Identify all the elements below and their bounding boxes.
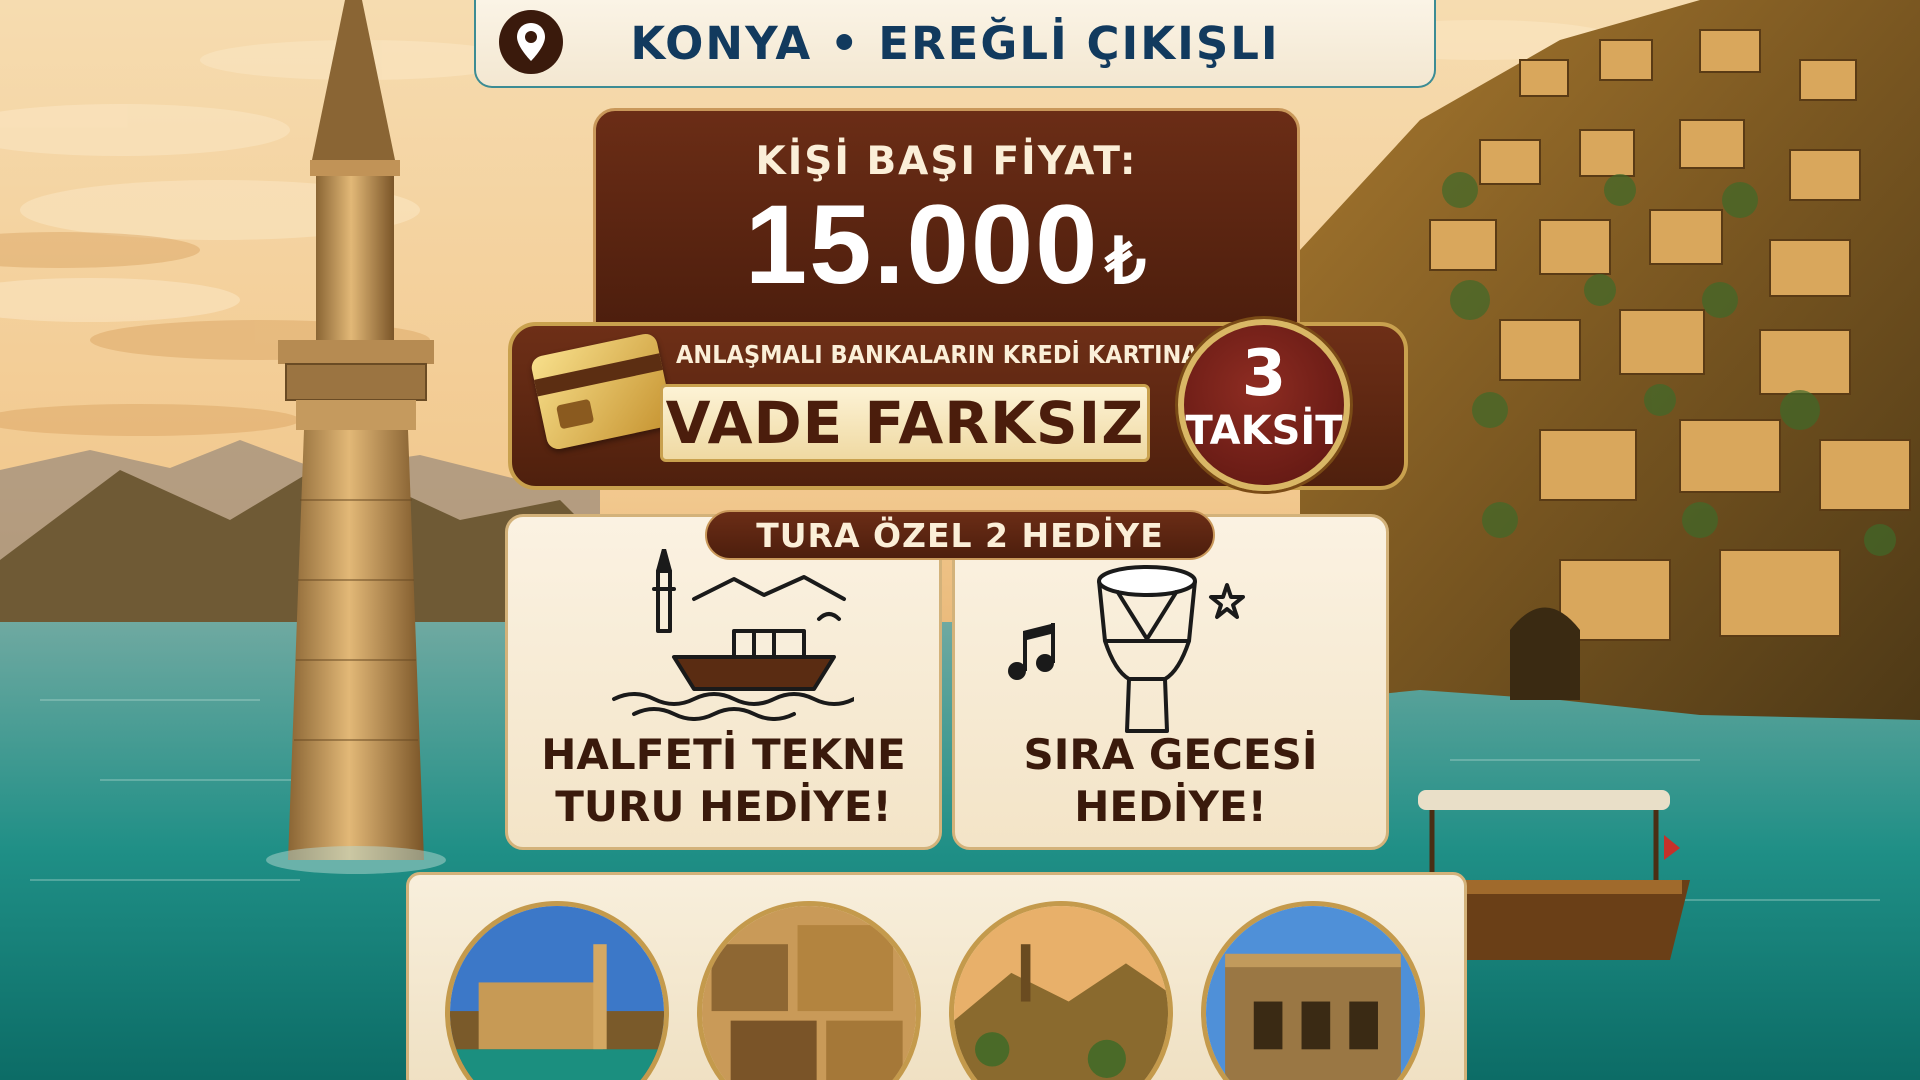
places-strip (406, 872, 1467, 1080)
departure-location-text: KONYA • EREĞLİ ÇIKIŞLI (630, 16, 1280, 70)
boat-minaret-icon (612, 549, 854, 721)
mosque-lake-photo (445, 901, 669, 1080)
currency-symbol: ₺ (1105, 225, 1149, 297)
location-pin-icon (499, 10, 563, 74)
departure-location-banner: KONYA • EREĞLİ ÇIKIŞLI (474, 0, 1436, 88)
price-amount: 15.000 (744, 182, 1100, 307)
gift-card-music-night: SIRA GECESİ HEDİYE! (952, 514, 1389, 850)
gifts-title: TURA ÖZEL 2 HEDİYE (705, 510, 1215, 560)
installment-word: TAKSİT (1185, 408, 1343, 454)
installment-headline-box: VADE FARKSIZ (660, 384, 1150, 462)
installment-count: 3 (1241, 337, 1287, 411)
gifts-section: HALFETİ TEKNE TURU HEDİYE! SIRA GECESİ H… (505, 510, 1389, 850)
gift-card-boat-tour: HALFETİ TEKNE TURU HEDİYE! (505, 514, 942, 850)
stone-houses-photo (697, 901, 921, 1080)
gift-2-line2: HEDİYE! (1074, 782, 1267, 831)
price-value: 15.000₺ (596, 186, 1297, 320)
installment-medal: 3 TAKSİT (1178, 319, 1350, 491)
hillside-village-photo (949, 901, 1173, 1080)
installment-headline: VADE FARKSIZ (665, 389, 1145, 457)
darbuka-drum-icon (1008, 565, 1245, 733)
stone-palace-photo (1201, 901, 1425, 1080)
poster: KONYA • EREĞLİ ÇIKIŞLI KİŞİ BAŞI FİYAT: … (0, 0, 1920, 1080)
gift-2-line1: SIRA GECESİ (1023, 730, 1318, 779)
gift-1-line2: TURU HEDİYE! (555, 782, 892, 831)
installment-subtitle: ANLAŞMALI BANKALARIN KREDİ KARTINA (676, 340, 1199, 369)
price-card: KİŞİ BAŞI FİYAT: 15.000₺ (593, 108, 1300, 328)
installment-banner: ANLAŞMALI BANKALARIN KREDİ KARTINA VADE … (480, 314, 1435, 500)
gift-1-line1: HALFETİ TEKNE (541, 730, 906, 779)
price-label: KİŞİ BAŞI FİYAT: (755, 139, 1138, 184)
